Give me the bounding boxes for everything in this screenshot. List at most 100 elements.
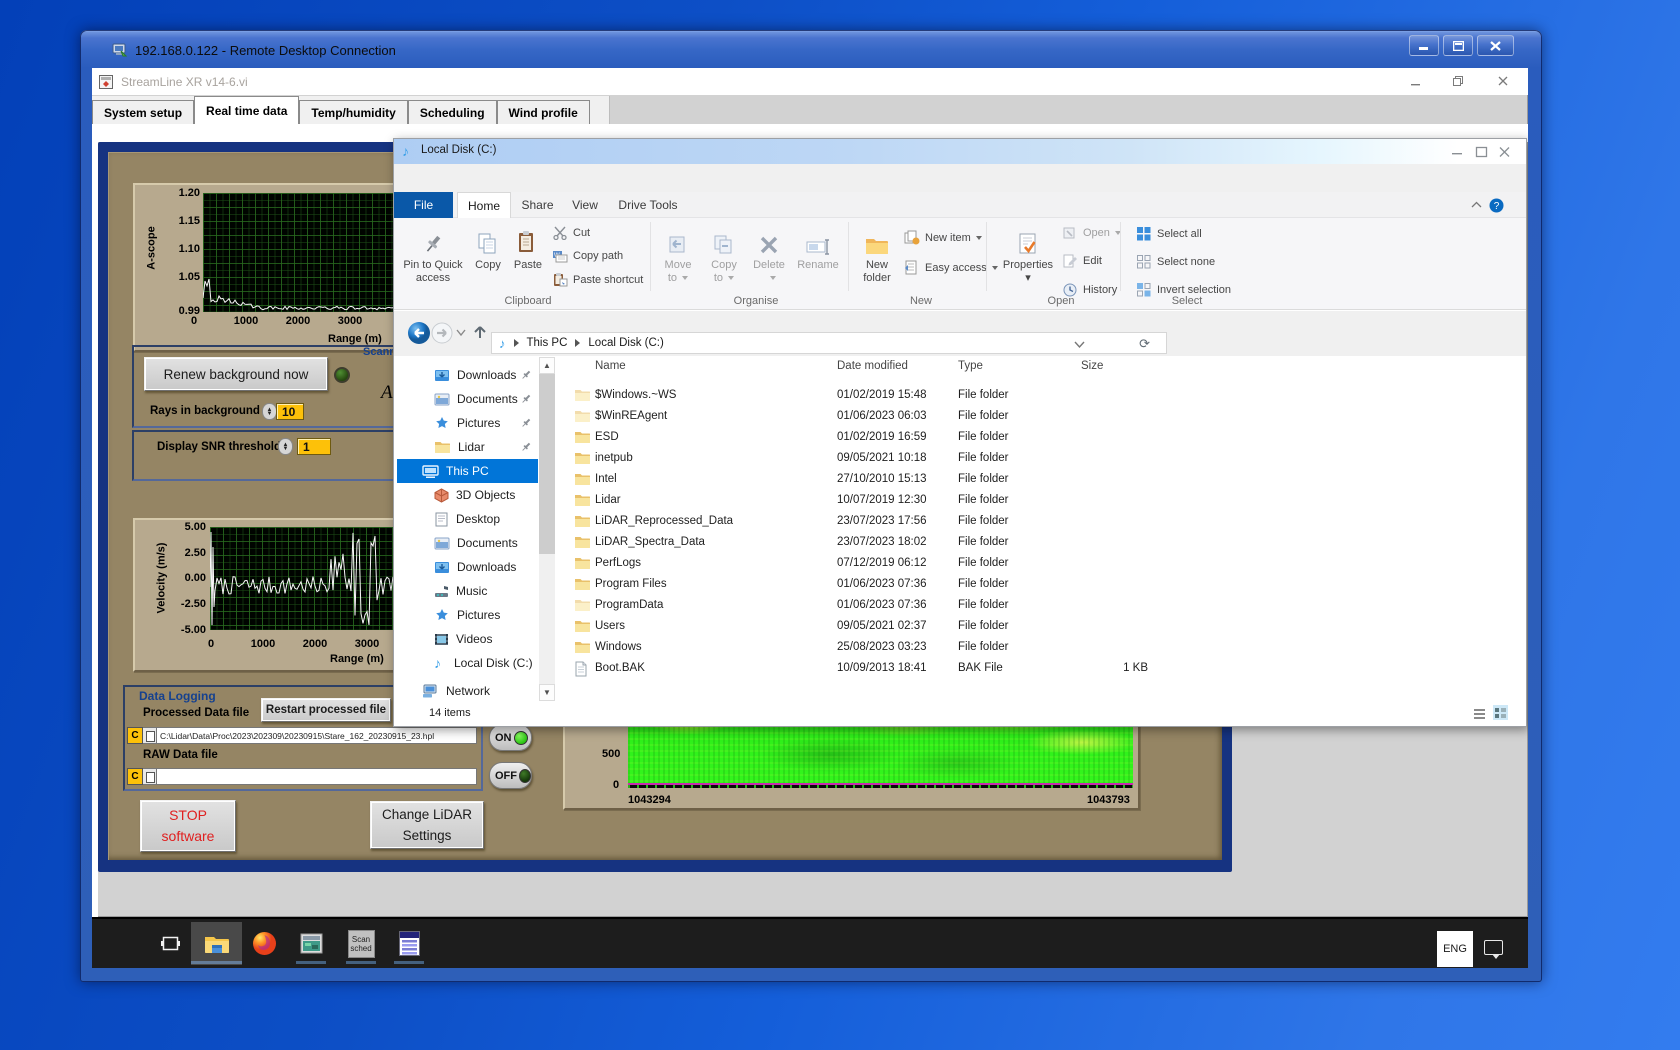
file-row[interactable]: ProgramData01/06/2023 07:36File folder — [561, 596, 1524, 617]
column-header-date-modified[interactable]: Date modified — [837, 360, 908, 372]
pin-to-quick-access-button[interactable]: Pin to Quickaccess — [402, 222, 464, 285]
file-row[interactable]: Lidar10/07/2019 12:30File folder — [561, 491, 1524, 512]
list-view-toggle[interactable] — [1473, 707, 1486, 720]
rdp-titlebar[interactable]: 192.168.0.122 - Remote Desktop Connectio… — [112, 39, 396, 61]
address-field[interactable]: ♪ This PC Local Disk (C:) ⟳ — [491, 332, 1167, 354]
details-view-toggle[interactable] — [1493, 705, 1508, 720]
file-row[interactable]: ESD01/02/2019 16:59File folder — [561, 428, 1524, 449]
explorer-close-button[interactable] — [1498, 145, 1511, 158]
sidebar-item-pictures[interactable]: Pictures — [397, 411, 538, 435]
edit-button[interactable]: Edit — [1062, 254, 1102, 268]
properties-button[interactable]: Properties▾ — [1002, 222, 1054, 285]
taskbar-week-schedule[interactable] — [389, 922, 429, 965]
sidebar-item-downloads[interactable]: Downloads — [397, 555, 538, 579]
cut-button[interactable]: Cut — [552, 226, 590, 240]
restart-processed-button[interactable]: Restart processed file — [261, 698, 391, 722]
sidebar-item-pictures[interactable]: Pictures — [397, 603, 538, 627]
column-header-name[interactable]: Name — [595, 360, 626, 372]
file-row[interactable]: Program Files01/06/2023 07:36File folder — [561, 575, 1524, 596]
streamline-minimize-button[interactable] — [1410, 75, 1422, 87]
streamline-close-button[interactable] — [1497, 75, 1509, 87]
rdp-minimize-button[interactable] — [1409, 35, 1439, 56]
change-lidar-button[interactable]: Change LiDARSettings — [370, 801, 484, 849]
taskbar-firefox[interactable] — [244, 922, 284, 965]
copy-button[interactable]: Copy — [468, 222, 508, 285]
sidebar-item-music[interactable]: Music — [397, 579, 538, 603]
address-dropdown-chevron[interactable] — [1074, 340, 1085, 349]
tab-temp-humidity[interactable]: Temp/humidity — [299, 100, 407, 124]
breadcrumb-this-pc[interactable]: This PC — [527, 337, 568, 349]
scrollbar-up-arrow[interactable]: ▲ — [539, 357, 555, 374]
tab-wind-profile[interactable]: Wind profile — [497, 100, 590, 124]
delete-button[interactable]: Delete — [746, 222, 792, 285]
rays-value[interactable]: 10 — [276, 403, 304, 420]
language-indicator[interactable]: ENG — [1437, 931, 1473, 967]
ribbon-tab-file[interactable]: File — [394, 192, 453, 218]
sidebar-item-documents[interactable]: Documents — [397, 531, 538, 555]
sidebar-item-local-disk-c-[interactable]: ♪Local Disk (C:) — [397, 651, 538, 675]
sidebar-item-3d-objects[interactable]: 3D Objects — [397, 483, 538, 507]
paste-shortcut-button[interactable]: Paste shortcut — [552, 272, 643, 287]
notification-icon[interactable] — [1484, 940, 1503, 955]
explorer-maximize-button[interactable] — [1475, 145, 1488, 158]
explorer-minimize-button[interactable] — [1451, 145, 1464, 158]
raw-off-toggle[interactable]: OFF — [489, 762, 532, 789]
copy-path-button[interactable]: WCopy path — [552, 249, 623, 263]
select-none-button[interactable]: Select none — [1136, 254, 1215, 269]
processed-drive-letter[interactable]: C — [127, 727, 143, 744]
streamline-titlebar[interactable]: StreamLine XR v14-6.vi — [92, 68, 1528, 95]
processed-path-field[interactable]: C:\Lidar\Data\Proc\2023\202309\20230915\… — [157, 727, 477, 744]
help-icon[interactable]: ? — [1489, 198, 1504, 213]
file-row[interactable]: Windows25/08/2023 03:23File folder — [561, 638, 1524, 659]
select-all-button[interactable]: Select all — [1136, 226, 1202, 241]
stop-software-button[interactable]: STOPsoftware — [140, 800, 236, 852]
snr-value[interactable]: 1 — [297, 438, 331, 455]
tab-real-time-data[interactable]: Real time data — [194, 96, 299, 124]
file-row[interactable]: LiDAR_Reprocessed_Data23/07/2023 17:56Fi… — [561, 512, 1524, 533]
ribbon-collapse-chevron[interactable] — [1471, 201, 1482, 209]
easy-access-button[interactable]: Easy access — [904, 260, 998, 275]
ribbon-tab-home[interactable]: Home — [457, 192, 511, 218]
renew-background-button[interactable]: Renew background now — [144, 357, 328, 391]
streamline-restore-button[interactable] — [1452, 75, 1464, 87]
open-button[interactable]: Open — [1062, 226, 1121, 240]
raw-drive-letter[interactable]: C — [127, 768, 143, 785]
up-button[interactable] — [471, 323, 489, 341]
file-row[interactable]: PerfLogs07/12/2019 06:12File folder — [561, 554, 1524, 575]
raw-path-field[interactable] — [157, 768, 477, 785]
sidebar-item-network[interactable]: Network — [397, 679, 538, 703]
column-header-size[interactable]: Size — [1081, 360, 1103, 372]
sidebar-scrollbar[interactable]: ▲ ▼ — [539, 357, 555, 701]
history-dropdown-chevron[interactable] — [456, 329, 466, 337]
file-row[interactable]: Users09/05/2021 02:37File folder — [561, 617, 1524, 638]
forward-button[interactable] — [431, 322, 453, 344]
task-view-button[interactable] — [153, 922, 187, 965]
paste-button[interactable]: Paste — [508, 222, 548, 285]
rdp-close-button[interactable] — [1477, 35, 1514, 56]
move-to-button[interactable]: Moveto — [656, 222, 700, 285]
rename-button[interactable]: Rename — [794, 222, 842, 285]
ribbon-tab-share[interactable]: Share — [515, 192, 560, 218]
scrollbar-down-arrow[interactable]: ▼ — [539, 684, 555, 701]
tab-system-setup[interactable]: System setup — [92, 100, 194, 124]
rays-spinner[interactable]: ▲▼ — [262, 403, 277, 420]
new-folder-button[interactable]: Newfolder — [854, 222, 900, 285]
breadcrumb-local-disk[interactable]: Local Disk (C:) — [588, 337, 663, 349]
sidebar-item-lidar[interactable]: Lidar — [397, 435, 538, 459]
refresh-icon[interactable]: ⟳ — [1139, 336, 1150, 352]
new-item-button[interactable]: New item — [904, 230, 982, 245]
sidebar-item-downloads[interactable]: Downloads — [397, 363, 538, 387]
taskbar-file-explorer[interactable] — [191, 922, 242, 965]
file-row[interactable]: $WinREAgent01/06/2023 06:03File folder — [561, 407, 1524, 428]
snr-spinner[interactable]: ▲▼ — [278, 438, 293, 455]
file-row[interactable]: $Windows.~WS01/02/2019 15:48File folder — [561, 386, 1524, 407]
file-row[interactable]: Intel27/10/2010 15:13File folder — [561, 470, 1524, 491]
explorer-titlebar[interactable]: ♪ Local Disk (C:) — [394, 139, 1526, 164]
file-row[interactable]: inetpub09/05/2021 10:18File folder — [561, 449, 1524, 470]
ribbon-tab-view[interactable]: View — [563, 192, 607, 218]
sidebar-item-this-pc[interactable]: This PC — [397, 459, 538, 483]
processed-on-toggle[interactable]: ON — [489, 724, 532, 751]
file-row[interactable]: LiDAR_Spectra_Data23/07/2023 18:02File f… — [561, 533, 1524, 554]
copy-to-button[interactable]: Copyto — [702, 222, 746, 285]
sidebar-item-videos[interactable]: Videos — [397, 627, 538, 651]
